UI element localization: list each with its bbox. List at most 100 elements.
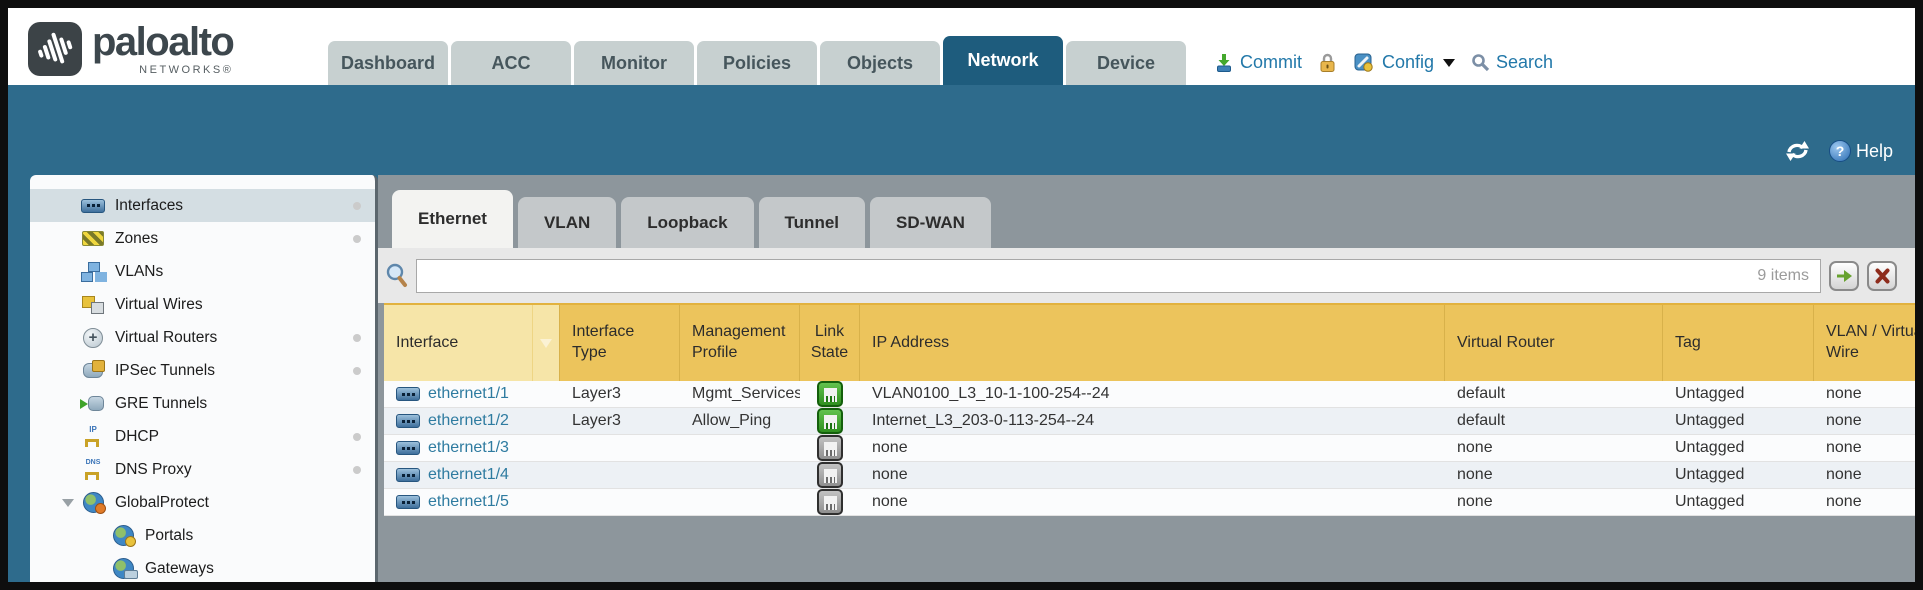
config-button[interactable]: Config xyxy=(1353,52,1455,73)
sidebar-item-virtual-routers[interactable]: Virtual Routers xyxy=(30,321,375,354)
portals-icon xyxy=(110,526,136,546)
page-body: Interfaces Zones VLANsVirtual Wires Virtual… xyxy=(8,175,1915,582)
green-arrow-icon xyxy=(1836,268,1853,284)
virtual-routers-icon xyxy=(80,328,106,348)
commit-button[interactable]: Commit xyxy=(1214,52,1302,73)
refresh-icon[interactable] xyxy=(1784,139,1811,163)
paloalto-brand: paloalto NETWORKS® xyxy=(28,22,328,76)
cell-interface-type xyxy=(560,435,680,461)
apply-filter-button[interactable] xyxy=(1829,261,1859,291)
tab-vlan[interactable]: VLAN xyxy=(518,197,616,248)
cell-management-profile xyxy=(680,489,800,515)
interface-link[interactable]: ethernet1/4 xyxy=(428,466,509,484)
nav-tab-objects[interactable]: Objects xyxy=(820,41,940,85)
cell-link-state xyxy=(800,435,860,461)
sidebar-item-globalprotect[interactable]: GlobalProtect xyxy=(30,486,375,519)
tab-ethernet[interactable]: Ethernet xyxy=(392,190,513,248)
cell-ip-address: none xyxy=(860,435,1445,461)
column-header-interface[interactable]: Interface xyxy=(384,305,560,381)
link-state-down-icon xyxy=(817,489,843,515)
config-caret-icon xyxy=(1443,59,1455,67)
lock-icon[interactable] xyxy=(1318,52,1337,73)
sidebar-item-virtual-wires[interactable]: Virtual Wires xyxy=(30,288,375,321)
expander-icon[interactable] xyxy=(62,499,80,507)
table-body: ethernet1/1Layer3Mgmt_ServicesVLAN0100_L… xyxy=(384,381,1915,516)
brand-name: paloalto xyxy=(92,22,233,62)
nav-tab-device[interactable]: Device xyxy=(1066,41,1186,85)
column-header-ip-address[interactable]: IP Address xyxy=(860,305,1445,381)
cell-vlan-virtual-wire: none xyxy=(1814,408,1915,434)
gre-tunnels-icon xyxy=(80,394,106,414)
cell-interface-type xyxy=(560,462,680,488)
sidebar-item-gateways[interactable]: Gateways xyxy=(30,552,375,582)
sidebar-item-portals[interactable]: Portals xyxy=(30,519,375,552)
sidebar-item-dhcp[interactable]: IPDHCP xyxy=(30,420,375,453)
cell-interface: ethernet1/5 xyxy=(384,489,560,515)
status-dot xyxy=(353,466,361,474)
tab-sd-wan[interactable]: SD-WAN xyxy=(870,197,991,248)
search-button[interactable]: Search xyxy=(1471,52,1553,73)
help-label: Help xyxy=(1856,141,1893,162)
ethernet-port-icon xyxy=(396,387,420,401)
tab-tunnel[interactable]: Tunnel xyxy=(759,197,865,248)
table-row: ethernet1/4nonenoneUntaggednone xyxy=(384,462,1915,489)
cell-management-profile: Allow_Ping xyxy=(680,408,800,434)
column-header-link-state[interactable]: Link State xyxy=(800,305,860,381)
sidebar-item-interfaces[interactable]: Interfaces xyxy=(30,189,375,222)
nav-tab-monitor[interactable]: Monitor xyxy=(574,41,694,85)
sidebar-item-dns-proxy[interactable]: DNSDNS Proxy xyxy=(30,453,375,486)
clear-filter-button[interactable] xyxy=(1867,261,1897,291)
top-bar: paloalto NETWORKS® DashboardACCMonitorPo… xyxy=(8,8,1915,85)
column-header-interface-type[interactable]: Interface Type xyxy=(560,305,680,381)
cell-interface: ethernet1/4 xyxy=(384,462,560,488)
interfaces-icon xyxy=(80,196,106,216)
sidebar-item-label: Virtual Routers xyxy=(115,329,353,347)
sidebar-item-ipsec-tunnels[interactable]: IPSec Tunnels xyxy=(30,354,375,387)
interface-link[interactable]: ethernet1/2 xyxy=(428,412,509,430)
sidebar-item-zones[interactable]: Zones xyxy=(30,222,375,255)
ethernet-port-icon xyxy=(396,468,420,482)
app-window: paloalto NETWORKS® DashboardACCMonitorPo… xyxy=(0,0,1923,590)
nav-tab-dashboard[interactable]: Dashboard xyxy=(328,41,448,85)
cell-interface-type xyxy=(560,489,680,515)
cell-tag: Untagged xyxy=(1663,462,1814,488)
commit-icon xyxy=(1214,53,1234,73)
column-menu-button[interactable] xyxy=(532,305,559,381)
interface-link[interactable]: ethernet1/5 xyxy=(428,493,509,511)
config-label: Config xyxy=(1382,52,1434,73)
column-header-vlan-virtual-wire[interactable]: VLAN / Virtual Wire xyxy=(1814,305,1915,381)
status-dot xyxy=(353,202,361,210)
ethernet-port-icon xyxy=(81,199,105,213)
column-header-virtual-router[interactable]: Virtual Router xyxy=(1445,305,1663,381)
column-header-tag[interactable]: Tag xyxy=(1663,305,1814,381)
column-header-label: Management Profile xyxy=(692,322,787,364)
column-header-management-profile[interactable]: Management Profile xyxy=(680,305,800,381)
zones-icon xyxy=(80,229,106,249)
status-dot xyxy=(353,235,361,243)
cell-ip-address: none xyxy=(860,489,1445,515)
sidebar-item-vlans[interactable]: VLANs xyxy=(30,255,375,288)
cell-vlan-virtual-wire: none xyxy=(1814,462,1915,488)
column-header-label: IP Address xyxy=(872,333,949,354)
sidebar-item-label: GlobalProtect xyxy=(115,494,375,512)
sidebar-item-gre-tunnels[interactable]: GRE Tunnels xyxy=(30,387,375,420)
commit-label: Commit xyxy=(1240,52,1302,73)
sidebar-item-label: Zones xyxy=(115,230,353,248)
nav-tab-policies[interactable]: Policies xyxy=(697,41,817,85)
sidebar-item-label: DHCP xyxy=(115,428,353,446)
cell-interface: ethernet1/3 xyxy=(384,435,560,461)
interface-link[interactable]: ethernet1/3 xyxy=(428,439,509,457)
tab-loopback[interactable]: Loopback xyxy=(621,197,753,248)
cell-virtual-router: none xyxy=(1445,435,1663,461)
red-x-icon xyxy=(1874,268,1891,284)
banner-bar: ? Help xyxy=(8,85,1915,175)
filter-input[interactable] xyxy=(416,259,1821,293)
sidebar-item-label: Gateways xyxy=(145,560,375,578)
interface-link[interactable]: ethernet1/1 xyxy=(428,385,509,403)
paloalto-logo-icon xyxy=(28,22,82,76)
help-button[interactable]: ? Help xyxy=(1829,140,1893,162)
virtual-wires-icon xyxy=(80,295,106,315)
nav-tab-acc[interactable]: ACC xyxy=(451,41,571,85)
nav-tab-network[interactable]: Network xyxy=(943,36,1063,85)
status-dot xyxy=(353,334,361,342)
